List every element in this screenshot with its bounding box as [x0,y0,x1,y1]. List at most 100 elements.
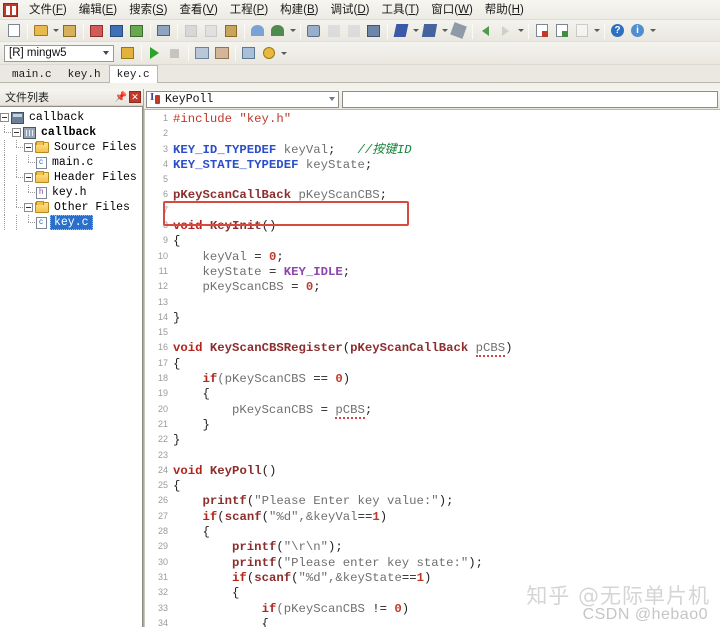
redo-icon[interactable] [268,21,287,40]
tree-collapse-toggle[interactable] [24,173,33,182]
step-icon[interactable] [420,21,439,40]
file-tab-key-h[interactable]: key.h [60,66,109,82]
open-file-dropdown-icon[interactable] [51,21,60,40]
cut-icon[interactable] [181,21,200,40]
code-line: 28 { [145,525,720,540]
bookmark-next-icon[interactable] [552,21,571,40]
bookmark-add-icon[interactable] [532,21,551,40]
menu-build[interactable]: 构建(B) [274,0,324,20]
menu-debug[interactable]: 调试(D) [325,0,376,20]
open-file-icon[interactable] [31,21,50,40]
menu-edit[interactable]: 编辑(E) [73,0,123,20]
copy-icon[interactable] [201,21,220,40]
paste-icon[interactable] [221,21,240,40]
file-tab-key-c[interactable]: key.c [108,65,158,83]
debug-icon[interactable] [391,21,410,40]
find-in-files-icon[interactable] [364,21,383,40]
build-target-icon[interactable] [118,44,137,63]
code-token: () [261,463,277,478]
tree-node-label: callback [29,111,85,124]
warning-icon[interactable] [259,44,278,63]
close-icon[interactable]: ✕ [129,91,141,103]
help-dropdown-icon[interactable] [648,21,657,40]
line-number: 33 [157,602,168,613]
compiler-dropdown-icon[interactable] [279,44,288,63]
tree-collapse-toggle[interactable] [12,128,21,137]
tree-collapse-toggle[interactable] [24,143,33,152]
code-token: pCBS [335,402,365,419]
save-project-icon[interactable] [127,21,146,40]
file-tab-main-c[interactable]: main.c [4,66,60,82]
find-prev-icon[interactable] [344,21,363,40]
undo-history-dropdown-icon[interactable] [288,21,297,40]
undo-icon[interactable] [248,21,267,40]
code-token: == [357,509,373,524]
file-list-title: 文件列表 [5,92,49,104]
abort-icon[interactable] [165,44,184,63]
print-icon[interactable] [154,21,173,40]
build-icon[interactable] [192,44,211,63]
back-icon[interactable] [476,21,495,40]
menu-window[interactable]: 窗口(W) [425,0,479,20]
tree-guide [12,155,24,170]
tree-node-main-c[interactable]: main.c [0,155,142,170]
tree-collapse-toggle[interactable] [0,113,9,122]
menu-view[interactable]: 查看(V) [173,0,223,20]
scope-select[interactable] [342,90,718,108]
line-number: 9 [162,235,168,246]
pin-icon[interactable]: 📌 [115,91,127,104]
line-number: 17 [157,357,168,368]
compiler-target-select[interactable]: [R] mingw5 [4,44,114,62]
code-token: 0 [394,601,402,616]
new-file-icon[interactable] [4,21,23,40]
forward-icon[interactable] [496,21,515,40]
codeblocks-logo-icon [3,2,18,17]
tree-node-callback[interactable]: callback [0,125,142,140]
tree-node-key-h[interactable]: key.h [0,185,142,200]
navigate-dropdown-icon[interactable] [516,21,525,40]
menu-search[interactable]: 搜索(S) [123,0,173,20]
build-and-run-icon[interactable] [239,44,258,63]
project-tree[interactable]: callback callback Source Files main.c Header… [0,106,143,627]
save-file-icon[interactable] [60,21,79,40]
menu-project[interactable]: 工程(P) [224,0,274,20]
find-next-icon[interactable] [324,21,343,40]
line-number: 20 [157,403,168,414]
chevron-down-icon[interactable] [329,92,335,107]
tree-node-other-files[interactable]: Other Files [0,200,142,215]
bookmark-clear-icon[interactable] [572,21,591,40]
rebuild-icon[interactable] [212,44,231,63]
function-icon [150,91,161,105]
code-token: } [173,310,181,325]
symbol-select[interactable]: KeyPoll [146,90,339,108]
tree-node-source-files[interactable]: Source Files [0,140,142,155]
debug-dropdown-icon[interactable] [411,21,420,40]
save-all-icon[interactable] [87,21,106,40]
line-number: 15 [157,327,168,338]
save-everything-icon[interactable] [107,21,126,40]
code-editor[interactable]: 1 #include "key.h" 2 3 KEY_ID_TYPEDEF keyVal… [144,110,720,627]
code-token: void [173,219,203,234]
break-icon[interactable] [449,21,468,40]
bookmark-dropdown-icon[interactable] [592,21,601,40]
tree-node-key-c[interactable]: key.c [0,215,142,230]
line-number: 10 [157,250,168,261]
menu-file[interactable]: 文件(F) [23,0,73,20]
find-icon[interactable] [304,21,323,40]
tree-collapse-toggle[interactable] [24,203,33,212]
code-text: pKeyScanCBS = pCBS; [173,402,720,419]
code-token: pKeyScanCallBack [350,341,469,356]
chevron-down-icon[interactable] [100,46,111,61]
run-icon[interactable] [145,44,164,63]
code-token: ,&keyVal [298,509,358,524]
tree-node-header-files[interactable]: Header Files [0,170,142,185]
tree-node-label: key.c [50,215,93,230]
menu-help[interactable]: 帮助(H) [479,0,530,20]
help-icon[interactable]: ? [608,21,627,40]
menu-tools[interactable]: 工具(T) [376,0,426,20]
tree-node-callback[interactable]: callback [0,110,142,125]
tree-guide [12,215,24,230]
line-number: 27 [157,510,168,521]
info-icon[interactable]: i [628,21,647,40]
step-dropdown-icon[interactable] [440,21,449,40]
